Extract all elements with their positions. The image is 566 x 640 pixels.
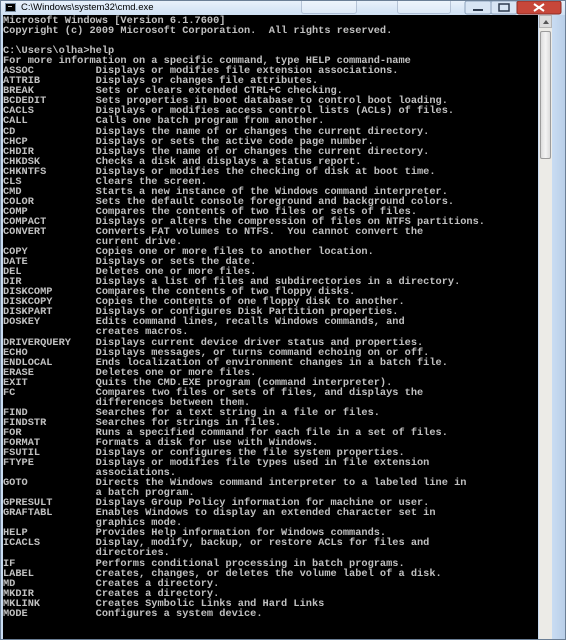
console-line: creates macros. [3,326,189,339]
background-window-tab [301,1,357,14]
window-title: C:\Windows\system32\cmd.exe [21,2,154,13]
window-controls [464,1,562,15]
console-line: Copyright (c) 2009 Microsoft Corporation… [3,25,393,38]
vertical-scrollbar[interactable] [539,15,552,639]
console-output[interactable]: Microsoft Windows [Version 6.1.7600] Copy… [3,15,538,639]
console-line: CALL Calls one batch program from anothe… [3,115,325,128]
scroll-up-icon[interactable] [539,15,552,28]
minimize-icon[interactable] [464,1,492,15]
cmd-window: C:\Windows\system32\cmd.exe Microsoft Wi… [0,0,566,640]
console-line: MODE Configures a system device. [3,607,263,620]
background-window-tab [397,1,451,14]
title-bar[interactable]: C:\Windows\system32\cmd.exe [1,1,565,15]
maximize-icon[interactable] [490,1,518,15]
scrollbar-thumb[interactable] [540,31,551,159]
close-icon[interactable] [516,1,562,15]
cmd-app-icon[interactable] [5,3,16,12]
window-frame-edge [552,15,565,639]
console-lines: Microsoft Windows [Version 6.1.7600] Copy… [3,16,485,619]
